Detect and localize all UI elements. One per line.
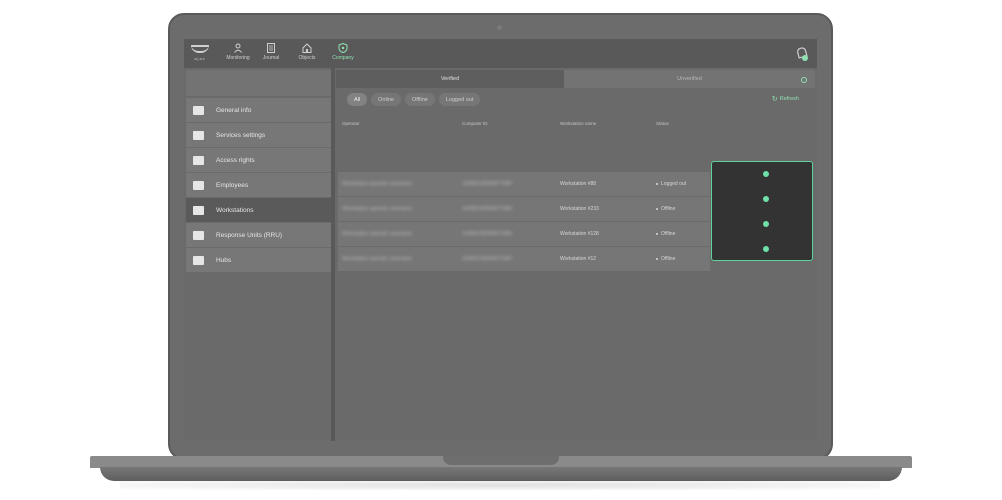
workstation-name-cell: Workstation #88	[560, 181, 597, 187]
app-screen: ajax Monitoring Journal Objects Company …	[184, 39, 817, 441]
filter-offline[interactable]: Offline	[405, 93, 435, 106]
sidebar-item-workstations[interactable]: Workstations	[186, 198, 332, 222]
row-action-dot[interactable]	[763, 221, 769, 227]
laptop-notch	[443, 456, 559, 465]
sidebar-divider	[331, 68, 335, 441]
status-cell: Offline	[656, 206, 675, 212]
nav-label: Monitoring	[226, 55, 250, 61]
workstation-name-cell: Workstation #12	[560, 256, 597, 262]
monitor-icon	[193, 205, 204, 215]
row-action-dot[interactable]	[763, 196, 769, 202]
filter-online[interactable]: Online	[371, 93, 402, 106]
sidebar-item-label: Access rights	[216, 156, 255, 164]
laptop-base-bottom	[100, 467, 902, 481]
sidebar-item-services-settings[interactable]: Services settings	[186, 123, 332, 147]
filter-all[interactable]: All	[347, 93, 368, 106]
computer-id-cell: 1A2B3C4D5E6F7G8H	[462, 181, 513, 187]
tab-verified[interactable]: Verified	[336, 70, 564, 88]
row-action-dot[interactable]	[763, 171, 769, 177]
brand-logo[interactable]: ajax	[191, 45, 209, 61]
table-row[interactable]: Workstation operator username 1A2B3C4D5E…	[338, 247, 710, 271]
table-row[interactable]: Workstation operator username 1A2B3C4D5E…	[338, 172, 710, 196]
column-status: Status	[656, 121, 669, 126]
status-filters: All Online Offline Logged out	[347, 93, 481, 107]
computer-id-cell: 1A2B3C4D5E6F7G8H	[462, 206, 513, 212]
status-text: Offline	[661, 231, 676, 237]
row-actions-highlight	[711, 161, 813, 261]
status-dot	[656, 207, 658, 210]
refresh-button[interactable]: ↻ Refresh	[772, 95, 799, 103]
operator-cell: Workstation operator username	[342, 181, 412, 187]
star-icon	[193, 130, 204, 140]
column-operator: Operator	[342, 121, 360, 126]
filter-logged-out[interactable]: Logged out	[438, 93, 481, 106]
status-text: Logged out	[661, 181, 687, 187]
id-card-icon	[193, 155, 204, 165]
status-cell: Offline	[656, 256, 675, 262]
status-dot	[656, 232, 658, 235]
row-action-dot[interactable]	[763, 246, 769, 252]
nav-label: Company	[332, 55, 354, 61]
tab-unverified[interactable]: Unverified	[564, 70, 815, 88]
operator-cell: Workstation operator username	[342, 206, 412, 212]
nav-journal[interactable]: Journal	[260, 43, 282, 65]
status-dot	[656, 182, 658, 185]
workstation-name-cell: Workstation #128	[560, 231, 599, 237]
table-row[interactable]: Workstation operator username 1A2B3C4D5E…	[338, 222, 710, 246]
notification-bell-icon[interactable]	[795, 46, 809, 62]
nav-monitoring[interactable]: Monitoring	[224, 43, 252, 65]
sidebar-item-employees[interactable]: Employees	[186, 173, 332, 197]
shield-icon	[338, 43, 348, 53]
status-cell: Logged out	[656, 181, 686, 187]
tab-label: Verified	[440, 76, 460, 82]
person-icon	[234, 43, 242, 53]
workstations-panel: Verified Unverified All Online Offline L…	[336, 68, 815, 435]
sidebar-item-general-info[interactable]: General info	[186, 98, 332, 122]
status-dot	[656, 257, 658, 260]
sidebar-item-label: Hubs	[216, 256, 232, 264]
table-row[interactable]: Workstation operator username 1A2B3C4D5E…	[338, 197, 710, 221]
top-navigation: ajax Monitoring Journal Objects Company	[184, 39, 817, 68]
operator-cell: Workstation operator username	[342, 256, 412, 262]
column-computer-id: Computer ID	[462, 121, 488, 126]
refresh-icon: ↻	[771, 96, 778, 103]
sidebar-item-label: General info	[216, 106, 252, 114]
id-card-icon	[193, 180, 204, 190]
refresh-label: Refresh	[779, 96, 799, 102]
computer-id-cell: 1A2B3C4D5E6F7G8H	[462, 256, 513, 262]
sidebar-item-label: Workstations	[216, 206, 254, 214]
journal-icon	[267, 43, 275, 53]
sidebar-item-response-units[interactable]: Response Units (RRU)	[186, 223, 332, 247]
status-text: Offline	[661, 206, 676, 212]
nav-company[interactable]: Company	[330, 43, 356, 65]
sidebar-header	[186, 70, 332, 96]
column-workstation-name: Workstation name	[560, 121, 597, 126]
sidebar-item-hubs[interactable]: Hubs	[186, 248, 332, 272]
nav-label: Journal	[262, 55, 280, 61]
sidebar-item-label: Services settings	[216, 131, 266, 139]
sidebar-item-label: Response Units (RRU)	[216, 231, 283, 239]
car-icon	[193, 230, 204, 240]
computer-id-cell: 1A2B3C4D5E6F7G8H	[462, 231, 513, 237]
home-icon	[302, 43, 312, 53]
workstation-name-cell: Workstation #233	[560, 206, 599, 212]
camera-dot	[497, 25, 502, 30]
settings-icon[interactable]	[801, 77, 807, 83]
tab-label: Unverified	[677, 76, 702, 82]
status-cell: Offline	[656, 231, 675, 237]
sidebar: General info Services settings Access ri…	[184, 68, 334, 441]
logo-mark-icon	[191, 45, 209, 53]
nav-label: Objects	[298, 55, 316, 61]
sidebar-item-label: Employees	[216, 181, 249, 189]
logo-text: ajax	[194, 56, 206, 61]
nav-objects[interactable]: Objects	[296, 43, 318, 65]
status-text: Offline	[661, 256, 676, 262]
laptop-shadow	[120, 480, 880, 490]
plus-box-icon	[193, 255, 204, 265]
clipboard-icon	[193, 105, 204, 115]
sidebar-item-access-rights[interactable]: Access rights	[186, 148, 332, 172]
table-header: Operator Computer ID Workstation name St…	[336, 117, 815, 131]
operator-cell: Workstation operator username	[342, 231, 412, 237]
